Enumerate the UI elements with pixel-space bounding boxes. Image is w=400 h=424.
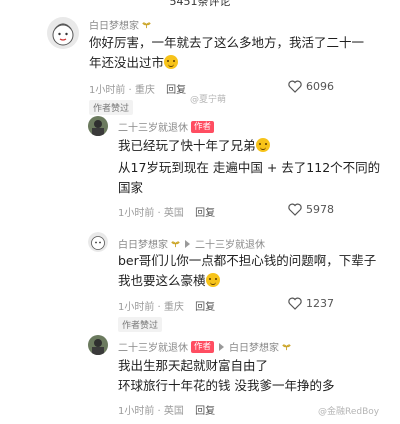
- author-badge: 作者: [191, 120, 215, 133]
- comment-username[interactable]: 白日梦想家: [89, 17, 151, 32]
- sprout-icon: [142, 22, 151, 29]
- comment-text: ber哥们儿你一点都不担心钱的问题啊，下辈子 我也要这么豪横: [118, 253, 377, 288]
- comment-username[interactable]: 白日梦想家 二十三岁就退休: [118, 236, 265, 251]
- author-badge: 作者: [191, 340, 215, 353]
- comment-meta: 1小时前 · 重庆 回复: [89, 85, 187, 96]
- avatar-cartoon-face-icon: [88, 232, 108, 252]
- avatar[interactable]: [88, 335, 108, 355]
- comment-meta: 1小时前 · 重庆 回复: [118, 302, 216, 313]
- avatar[interactable]: [88, 116, 108, 136]
- avatar[interactable]: [47, 17, 79, 49]
- heart-icon: [288, 203, 302, 216]
- heart-icon: [288, 80, 302, 93]
- reply-arrow-icon: [219, 342, 225, 351]
- crying-face-icon: [164, 55, 179, 69]
- heart-icon: [288, 297, 302, 310]
- like-button[interactable]: 5978: [288, 203, 334, 216]
- reply-button[interactable]: 回复: [166, 85, 186, 96]
- watermark-mid: @夏宁萌: [190, 95, 227, 105]
- watermark-bottom: @金融RedBoy: [318, 407, 380, 417]
- author-liked-badge: 作者赞过: [118, 317, 163, 332]
- sprout-icon: [282, 344, 291, 351]
- avatar[interactable]: [88, 232, 108, 252]
- comments-count-title: 5451条评论: [169, 0, 231, 8]
- like-count: 1237: [306, 297, 334, 310]
- avatar-photo-icon: [88, 335, 108, 355]
- reply-arrow-icon: [185, 239, 190, 248]
- like-count: 5978: [306, 203, 334, 216]
- reply-button[interactable]: 回复: [195, 208, 215, 219]
- avatar-photo-icon: [88, 116, 108, 136]
- sprout-icon: [171, 241, 180, 248]
- like-button[interactable]: 1237: [288, 297, 334, 310]
- comment-text: 我已经玩了快十年了兄弟 从17岁玩到现在 走遍中国 + 去了112个不同的 国家: [118, 138, 381, 195]
- like-button[interactable]: 6096: [288, 80, 334, 93]
- comment-meta: 1小时前 · 英国 回复: [118, 208, 216, 219]
- avatar-cartoon-face-icon: [47, 17, 79, 49]
- reply-button[interactable]: 回复: [195, 302, 215, 313]
- author-liked-badge: 作者赞过: [89, 100, 134, 115]
- crying-face-icon: [205, 273, 220, 287]
- comment-text: 我出生那天起就财富自由了 环球旅行十年花的钱 没我爹一年挣的多: [118, 358, 335, 393]
- sweat-smile-icon: [255, 138, 270, 152]
- like-count: 6096: [306, 80, 334, 93]
- comments-header: 5451条评论: [0, 0, 400, 8]
- comment-meta: 1小时前 · 英国 回复: [118, 406, 216, 417]
- comment-text: 你好厉害，一年就去了这么多地方，我活了二十一 年还没出过市: [89, 35, 365, 70]
- reply-button[interactable]: 回复: [195, 406, 215, 417]
- comment-username[interactable]: 二十三岁就退休 作者 白日梦想家: [118, 339, 291, 354]
- comment-username[interactable]: 二十三岁就退休 作者: [118, 119, 215, 134]
